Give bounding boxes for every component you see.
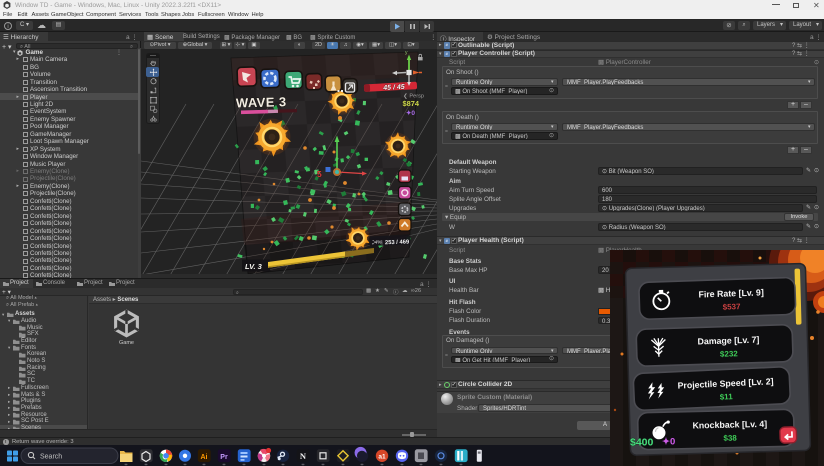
svg-text:$400: $400 [630, 437, 654, 449]
svg-text:$11: $11 [720, 392, 734, 402]
svg-text:$537: $537 [723, 302, 742, 312]
svg-text:WAVE 3: WAVE 3 [236, 94, 287, 110]
svg-text:Ai: Ai [201, 454, 208, 461]
svg-text:$38: $38 [723, 433, 737, 442]
svg-text:Knockback [Lv. 4]: Knockback [Lv. 4] [692, 419, 767, 431]
svg-text:5: 5 [317, 169, 322, 179]
svg-text:LV. 3: LV. 3 [245, 262, 263, 271]
svg-text:✦0: ✦0 [406, 109, 415, 117]
svg-text:N: N [300, 451, 307, 461]
svg-text:253 / 469: 253 / 469 [385, 239, 410, 246]
svg-text:$874: $874 [403, 99, 420, 108]
svg-text:45 / 45: 45 / 45 [382, 84, 405, 92]
svg-text:a1: a1 [378, 453, 386, 460]
svg-text:Pr: Pr [220, 454, 228, 461]
svg-text:✦0: ✦0 [662, 437, 675, 448]
svg-text:$232: $232 [720, 349, 739, 359]
svg-text:Search: Search [40, 453, 62, 460]
svg-text:Damage [Lv. 7]: Damage [Lv. 7] [697, 335, 759, 347]
